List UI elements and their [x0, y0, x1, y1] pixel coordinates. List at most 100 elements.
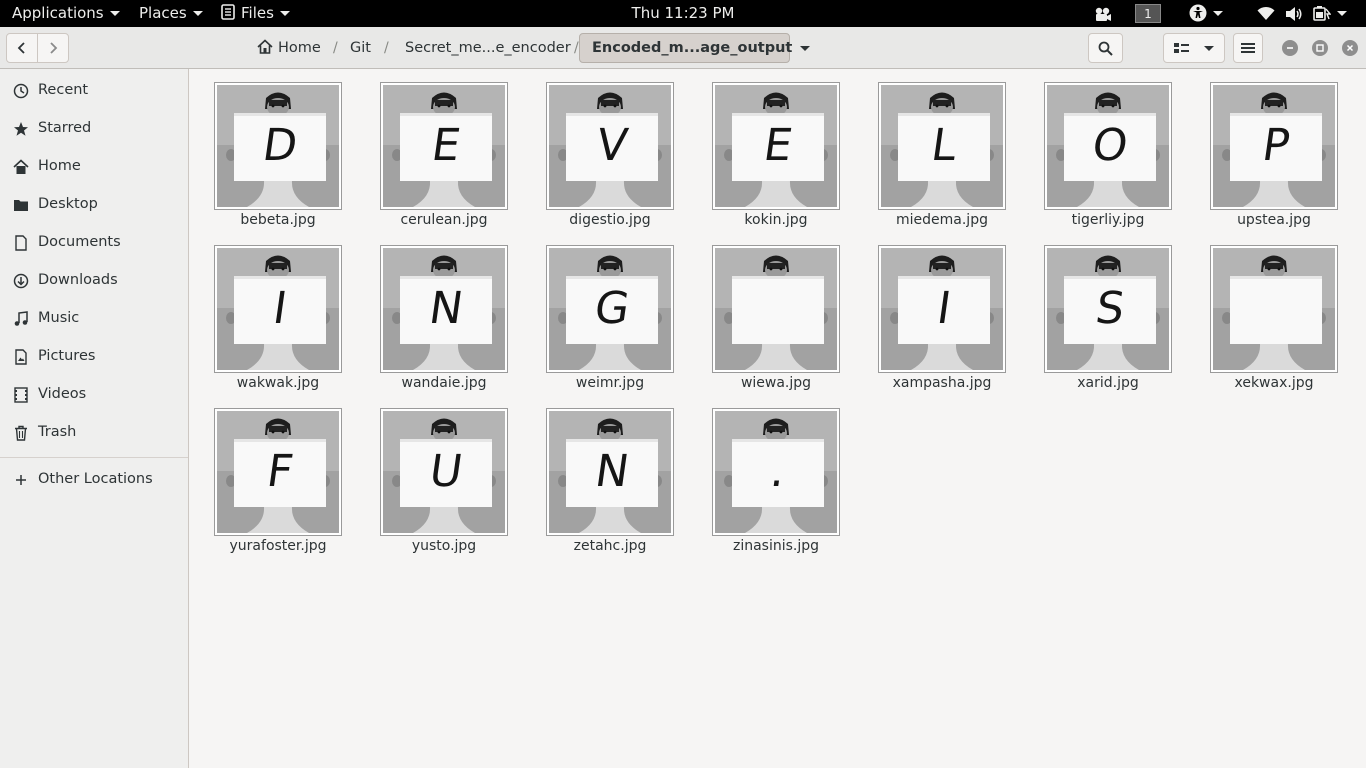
back-icon	[17, 42, 25, 54]
file-item[interactable]: Ixampasha.jpg	[853, 232, 1019, 394]
folder-icon	[14, 200, 28, 211]
file-item[interactable]: Nzetahc.jpg	[521, 395, 687, 557]
breadcrumb-git-label: Git	[350, 40, 371, 56]
chevron-down-icon	[1213, 11, 1223, 16]
file-name: wakwak.jpg	[236, 375, 320, 391]
view-options-button[interactable]	[1163, 33, 1225, 63]
navigation-buttons	[6, 33, 69, 63]
file-thumbnail[interactable]	[1210, 245, 1338, 373]
current-folder-label: Encoded_m...age_output	[592, 40, 793, 56]
maximize-button[interactable]	[1312, 40, 1328, 56]
file-name: miedema.jpg	[896, 212, 988, 228]
file-thumbnail[interactable]: L	[878, 82, 1006, 210]
file-name: bebeta.jpg	[240, 212, 316, 228]
sidebar-item-trash[interactable]: Trash	[0, 414, 188, 452]
sidebar-item-label: Trash	[38, 424, 77, 440]
sidebar-item-music[interactable]: Music	[0, 300, 188, 338]
breadcrumb-git[interactable]: Git	[350, 33, 371, 63]
sidebar-item-desktop[interactable]: Desktop	[0, 186, 188, 224]
file-item[interactable]: Uyusto.jpg	[355, 395, 521, 557]
sidebar-item-other-locations[interactable]: Other Locations	[0, 461, 188, 499]
clock[interactable]: Thu 11:23 PM	[0, 0, 1366, 27]
sidebar-item-recent[interactable]: Recent	[0, 72, 188, 110]
file-thumbnail[interactable]	[712, 245, 840, 373]
top-panel: Applications Places Files Thu 11:23 PM 1	[0, 0, 1366, 27]
breadcrumb-home[interactable]: Home	[257, 33, 321, 63]
accessibility-icon	[1189, 4, 1207, 22]
volume-icon[interactable]	[1285, 6, 1303, 22]
workspace-indicator[interactable]: 1	[1135, 4, 1161, 23]
forward-button[interactable]	[37, 34, 68, 62]
file-item[interactable]: Ecerulean.jpg	[355, 69, 521, 231]
clock-label: Thu 11:23 PM	[631, 4, 735, 22]
file-item[interactable]: Dbebeta.jpg	[189, 69, 355, 231]
main-menu-button[interactable]	[1233, 33, 1263, 63]
clock-icon	[13, 83, 29, 99]
back-button[interactable]	[7, 34, 37, 62]
screen-record-icon[interactable]	[1094, 6, 1112, 22]
file-thumbnail[interactable]: N	[380, 245, 508, 373]
header-bar: Home / Git / Secret_me...e_encoder / Enc…	[0, 27, 1366, 69]
file-thumbnail[interactable]: S	[1044, 245, 1172, 373]
file-item[interactable]: Gweimr.jpg	[521, 232, 687, 394]
system-menu[interactable]	[1313, 0, 1347, 27]
file-item[interactable]: xekwax.jpg	[1185, 232, 1351, 394]
minimize-icon	[1287, 47, 1293, 49]
file-thumbnail[interactable]: E	[380, 82, 508, 210]
workspace-number: 1	[1144, 7, 1152, 21]
file-name: xarid.jpg	[1077, 375, 1139, 391]
accessibility-menu[interactable]	[1189, 0, 1223, 27]
breadcrumb-current-folder[interactable]: Encoded_m...age_output	[579, 33, 811, 63]
sidebar-item-videos[interactable]: Videos	[0, 376, 188, 414]
chevron-down-icon	[1204, 45, 1214, 51]
file-item[interactable]: Fyurafoster.jpg	[189, 395, 355, 557]
file-thumbnail[interactable]: O	[1044, 82, 1172, 210]
handwritten-letter: G	[591, 283, 633, 334]
file-thumbnail[interactable]: I	[878, 245, 1006, 373]
file-thumbnail[interactable]: .	[712, 408, 840, 536]
sidebar-item-downloads[interactable]: Downloads	[0, 262, 188, 300]
file-thumbnail[interactable]: V	[546, 82, 674, 210]
file-thumbnail[interactable]: F	[214, 408, 342, 536]
handwritten-letter: E	[428, 120, 464, 171]
search-icon	[1098, 41, 1113, 56]
file-item[interactable]: Nwandaie.jpg	[355, 232, 521, 394]
file-item[interactable]: Sxarid.jpg	[1019, 232, 1185, 394]
close-button[interactable]	[1342, 40, 1358, 56]
file-thumbnail[interactable]: E	[712, 82, 840, 210]
file-item[interactable]: Vdigestio.jpg	[521, 69, 687, 231]
home-icon	[257, 39, 273, 54]
picture-icon	[15, 349, 27, 365]
file-item[interactable]: wiewa.jpg	[687, 232, 853, 394]
handwritten-letter: .	[767, 446, 789, 497]
breadcrumb-secret-encoder[interactable]: Secret_me...e_encoder	[405, 33, 571, 63]
file-thumbnail[interactable]: D	[214, 82, 342, 210]
maximize-icon	[1316, 44, 1324, 52]
sidebar-item-pictures[interactable]: Pictures	[0, 338, 188, 376]
search-button[interactable]	[1088, 33, 1123, 63]
file-thumbnail[interactable]: I	[214, 245, 342, 373]
wifi-icon[interactable]	[1257, 6, 1275, 21]
file-item[interactable]: Pupstea.jpg	[1185, 69, 1351, 231]
file-name: xampasha.jpg	[892, 375, 992, 391]
breadcrumb-separator: /	[574, 40, 579, 56]
file-item[interactable]: Lmiedema.jpg	[853, 69, 1019, 231]
file-item[interactable]: Ekokin.jpg	[687, 69, 853, 231]
handwritten-letter: E	[760, 120, 796, 171]
sidebar-item-starred[interactable]: Starred	[0, 110, 188, 148]
file-thumbnail[interactable]: P	[1210, 82, 1338, 210]
minimize-button[interactable]	[1282, 40, 1298, 56]
file-thumbnail[interactable]: U	[380, 408, 508, 536]
file-thumbnail[interactable]: N	[546, 408, 674, 536]
file-name: kokin.jpg	[744, 212, 808, 228]
file-thumbnail[interactable]: G	[546, 245, 674, 373]
file-item[interactable]: Iwakwak.jpg	[189, 232, 355, 394]
handwritten-letter: D	[259, 120, 301, 171]
sidebar-divider	[0, 457, 188, 458]
sidebar-item-home[interactable]: Home	[0, 148, 188, 186]
sidebar-item-documents[interactable]: Documents	[0, 224, 188, 262]
file-item[interactable]: . zinasinis.jpg	[687, 395, 853, 557]
file-name: cerulean.jpg	[400, 212, 488, 228]
handwritten-letter: N	[592, 446, 633, 497]
file-item[interactable]: Otigerliy.jpg	[1019, 69, 1185, 231]
